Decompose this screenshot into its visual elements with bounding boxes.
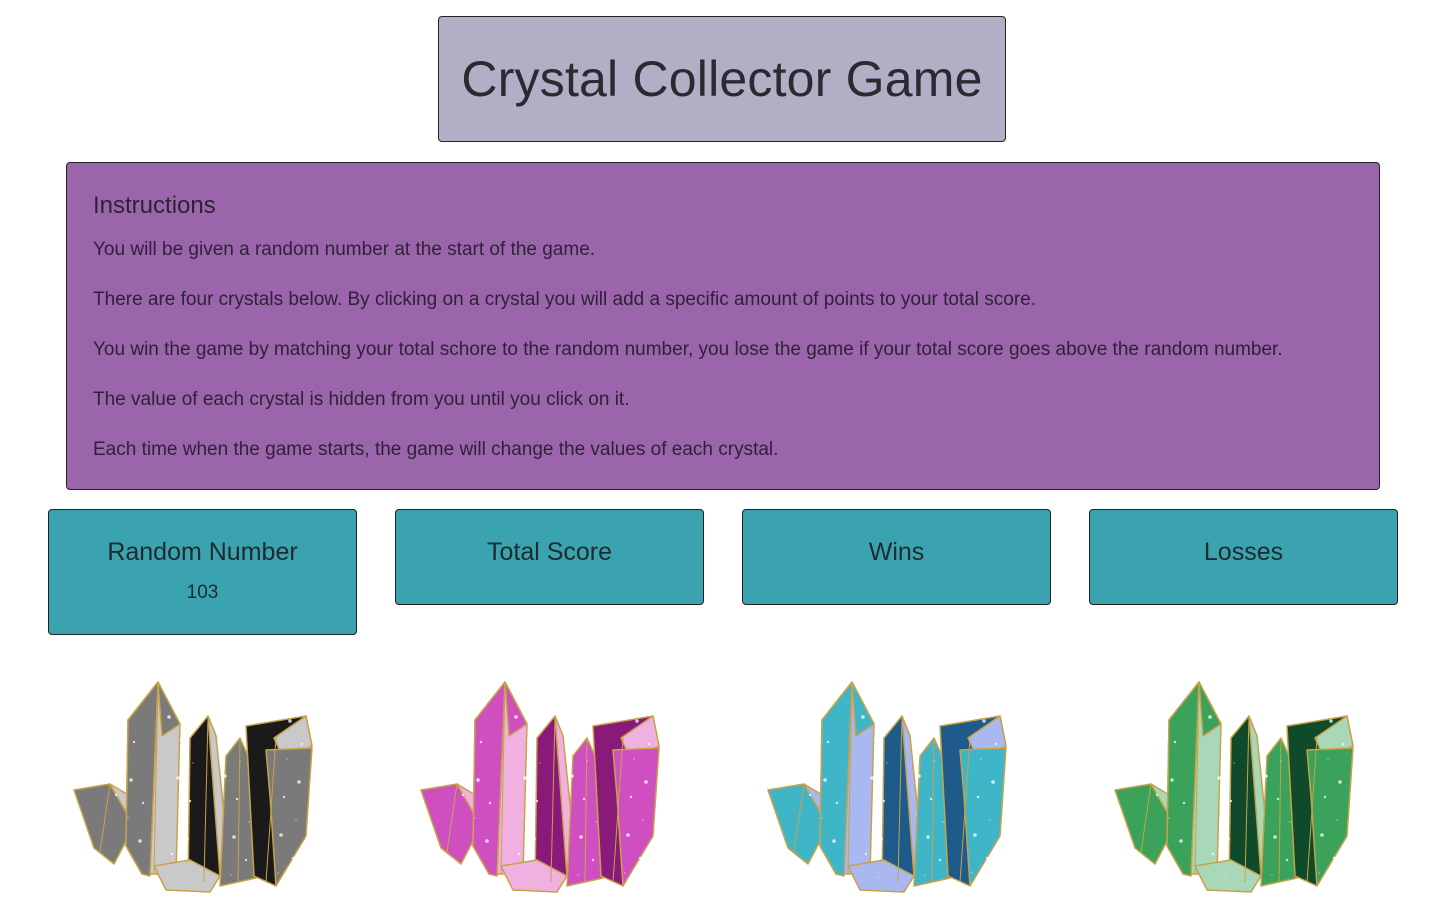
- instruction-line: There are four crystals below. By clicki…: [93, 289, 1037, 310]
- random-number-label: Random Number: [107, 538, 298, 566]
- instruction-line: You will be given a random number at the…: [93, 239, 596, 260]
- title-banner: Crystal Collector Game: [438, 16, 1006, 142]
- random-number-value: 103: [186, 582, 219, 603]
- green-crystal-icon: [1114, 681, 1354, 893]
- instructions-panel: Instructions You will be given a random …: [66, 162, 1380, 490]
- green-crystal-button[interactable]: [1111, 676, 1361, 898]
- pink-crystal-button[interactable]: [417, 676, 667, 898]
- losses-box: Losses: [1089, 509, 1398, 605]
- black-crystal-icon: [73, 681, 313, 893]
- losses-label: Losses: [1203, 538, 1284, 566]
- blue-crystal-button[interactable]: [764, 676, 1014, 898]
- black-crystal-button[interactable]: [70, 676, 320, 898]
- instruction-line: Each time when the game starts, the game…: [93, 439, 779, 460]
- instructions-heading: Instructions: [93, 192, 216, 219]
- random-number-box: Random Number 103: [48, 509, 357, 635]
- total-score-label: Total Score: [486, 538, 613, 566]
- instruction-line: You win the game by matching your total …: [93, 339, 1283, 360]
- total-score-box: Total Score: [395, 509, 704, 605]
- wins-box: Wins: [742, 509, 1051, 605]
- blue-crystal-icon: [767, 681, 1007, 893]
- wins-label: Wins: [868, 538, 925, 566]
- page-title: Crystal Collector Game: [461, 51, 983, 107]
- instruction-line: The value of each crystal is hidden from…: [93, 389, 630, 410]
- pink-crystal-icon: [420, 681, 660, 893]
